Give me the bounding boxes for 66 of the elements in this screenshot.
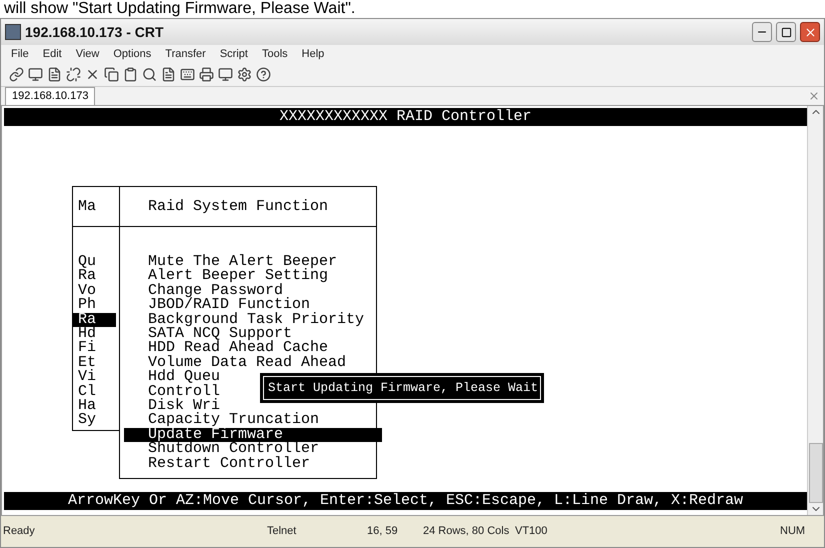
window-icon[interactable] (218, 67, 233, 82)
main-menu-item[interactable]: Ra (73, 312, 116, 328)
main-menu-title: Ma (78, 200, 96, 214)
menu-item[interactable]: Tools (262, 46, 288, 62)
main-menu-item[interactable]: Sy (73, 413, 116, 428)
status-text: VT100 (515, 524, 548, 540)
main-menu-item[interactable]: Ph (73, 298, 116, 313)
function-menu-item[interactable]: Background Task Priority (124, 312, 382, 328)
close-icon (804, 26, 816, 38)
link-icon[interactable] (9, 67, 24, 82)
window-title: 192.168.10.173 - CRT (25, 22, 164, 42)
copy-icon[interactable] (104, 67, 119, 82)
function-menu-item[interactable]: Change Password (124, 284, 382, 298)
menu-item[interactable]: Options (113, 46, 152, 62)
printer-icon[interactable] (199, 67, 214, 82)
close-tab-icon[interactable] (808, 90, 820, 102)
maximize-icon (780, 26, 792, 38)
function-menu-item[interactable]: JBOD/RAID Function (124, 298, 382, 313)
settings-icon[interactable] (237, 67, 252, 82)
header-bar: XXXXXXXXXXXX RAID Controller (4, 108, 807, 126)
function-menu-item[interactable]: HDD Read Ahead Cache (124, 341, 382, 356)
function-menu-item[interactable]: Restart Controller (124, 456, 382, 472)
menu-item[interactable]: Transfer (165, 46, 206, 62)
status-text: Ready (2, 524, 36, 540)
help-icon[interactable] (256, 67, 271, 82)
status-text: 16, 59 (367, 524, 399, 540)
status-text: NUM (780, 524, 806, 540)
function-menu-item[interactable]: Shutdown Controller (124, 442, 382, 457)
main-menu-item[interactable]: Ha (73, 399, 116, 414)
menu-item[interactable]: Script (220, 46, 248, 62)
main-menu-item[interactable]: Qu (73, 255, 116, 270)
main-menu-item[interactable]: Vo (73, 284, 116, 298)
session-tab[interactable]: 192.168.10.173 (5, 87, 96, 105)
function-menu-item[interactable]: Disk Wri (124, 399, 382, 414)
main-menu-item[interactable]: Fi (73, 341, 116, 356)
main-menu-item[interactable]: Cl (73, 384, 116, 400)
function-menu-title: Raid System Function (148, 200, 328, 214)
function-menu-item[interactable]: Alert Beeper Setting (124, 269, 382, 284)
message-text: Start Updating Firmware, Please Wait (263, 376, 541, 400)
function-menu-item[interactable]: Volume Data Read Ahead (124, 356, 382, 370)
menu-item[interactable]: File (11, 46, 29, 62)
main-menu-item[interactable]: Vi (73, 370, 116, 385)
status-text: 24 Rows, 80 Cols (423, 524, 510, 540)
maximize-button[interactable] (776, 22, 796, 42)
caption-text: will show "Start Updating Firmware, Please Wait". (4, 0, 356, 18)
status-text: Telnet (267, 524, 298, 540)
document-icon[interactable] (161, 67, 176, 82)
scroll-thumb[interactable] (808, 443, 822, 503)
menu-item[interactable]: View (76, 46, 100, 62)
function-menu-item[interactable]: Update Firmware (124, 428, 382, 442)
unlink-icon[interactable] (66, 67, 81, 82)
app-icon (5, 24, 21, 40)
main-menu-item[interactable]: Hd (73, 327, 116, 342)
help-bar: ArrowKey Or AZ:Move Cursor, Enter:Select, ESC:Escape, L:Line Draw, X:Redraw (4, 492, 807, 510)
search-icon[interactable] (142, 67, 157, 82)
paste-icon[interactable] (123, 67, 138, 82)
function-menu-item[interactable]: Capacity Truncation (124, 413, 382, 428)
main-menu-item[interactable]: Et (73, 356, 116, 370)
scrollbar[interactable] (807, 106, 823, 515)
function-menu-item[interactable]: SATA NCQ Support (124, 327, 382, 342)
keyboard-icon[interactable] (180, 67, 195, 82)
main-menu-item[interactable]: Ra (73, 269, 116, 284)
menu-item[interactable]: Help (302, 46, 324, 62)
menu-item[interactable]: Edit (42, 46, 62, 62)
close-button[interactable] (800, 22, 820, 42)
function-menu-item[interactable]: Mute The Alert Beeper (124, 255, 382, 270)
